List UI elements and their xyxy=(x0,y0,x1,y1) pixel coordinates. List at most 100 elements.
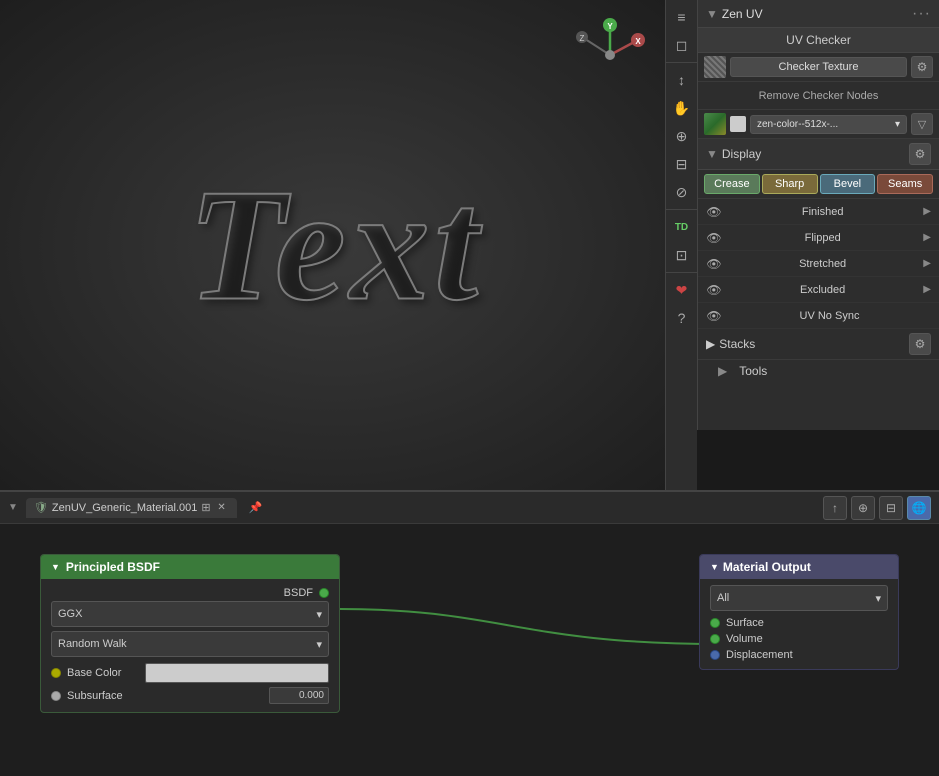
node-editor-tab[interactable]: 🛡 ZenUV_Generic_Material.001 ⊞ ✕ xyxy=(26,498,237,518)
material-output-node[interactable]: ▼ Material Output All ▾ Surface Volume xyxy=(699,554,899,670)
node-tab-close-button[interactable]: ✕ xyxy=(215,501,229,515)
base-color-row: Base Color xyxy=(51,661,329,685)
stacks-left: ▶ Stacks xyxy=(706,337,755,351)
stacks-gear-button[interactable]: ⚙ xyxy=(909,333,931,355)
uv-checker-section-header: UV Checker xyxy=(698,28,939,53)
tab-bevel[interactable]: Bevel xyxy=(820,174,876,194)
remove-checker-row: Remove Checker Nodes xyxy=(698,82,939,110)
toolbar-annotate-icon[interactable]: ⊡ xyxy=(669,242,695,268)
subsurface-socket[interactable] xyxy=(51,691,61,701)
stacks-row[interactable]: ▶ Stacks ⚙ xyxy=(698,329,939,360)
toolbar-cursor-icon[interactable]: ↕ xyxy=(669,67,695,93)
tab-seams[interactable]: Seams xyxy=(877,174,933,194)
display-item-label-stretched: Stretched xyxy=(728,258,917,270)
tab-crease[interactable]: Crease xyxy=(704,174,760,194)
eye-icon-finished[interactable]: 👁 xyxy=(706,204,722,220)
svg-text:Z: Z xyxy=(580,34,585,43)
material-output-header: ▼ Material Output xyxy=(700,555,898,579)
toolbar-scale-icon[interactable]: ⊟ xyxy=(669,151,695,177)
node-tab-copy-icon[interactable]: ⊞ xyxy=(201,501,210,514)
principled-bsdf-output-row: BSDF xyxy=(51,585,329,601)
viewport-right-toolbar: ≡ ◻ ↕ ✋ ⊕ ⊟ ⊘ TD ⊡ ❤ ? xyxy=(665,0,697,490)
svg-text:Y: Y xyxy=(607,22,613,31)
texture-swatch-secondary xyxy=(730,116,746,132)
ggx-dropdown[interactable]: GGX ▾ xyxy=(51,601,329,627)
toolbar-menu-icon[interactable]: ≡ xyxy=(669,4,695,30)
node-editor-expand-icon[interactable]: ▼ xyxy=(8,502,18,513)
eye-icon-stretched[interactable]: 👁 xyxy=(706,256,722,272)
display-item-label-uv-no-sync: UV No Sync xyxy=(728,310,931,322)
material-target-dropdown[interactable]: All ▾ xyxy=(710,585,888,611)
node-tab-label: ZenUV_Generic_Material.001 xyxy=(52,502,198,514)
texture-dropdown-chevron: ▾ xyxy=(895,119,900,130)
display-tabs-row: Crease Sharp Bevel Seams xyxy=(698,170,939,199)
display-item-uv-no-sync: 👁 UV No Sync xyxy=(698,303,939,329)
base-color-socket[interactable] xyxy=(51,668,61,678)
node-editor-header: ▼ 🛡 ZenUV_Generic_Material.001 ⊞ ✕ 📌 ↑ ⊕… xyxy=(0,492,939,524)
principled-collapse-icon: ▼ xyxy=(51,562,60,572)
random-walk-dropdown[interactable]: Random Walk ▾ xyxy=(51,631,329,657)
displacement-label: Displacement xyxy=(726,649,793,661)
node-link-icon[interactable]: ⊕ xyxy=(851,496,875,520)
toolbar-td-icon[interactable]: TD xyxy=(669,214,695,240)
display-item-label-finished: Finished xyxy=(728,206,917,218)
toolbar-rotate-icon[interactable]: ⊕ xyxy=(669,123,695,149)
tools-triangle-icon: ▶ xyxy=(718,364,727,378)
panel-collapse-icon[interactable]: ▼ xyxy=(706,7,718,21)
display-label: Display xyxy=(722,147,761,161)
arrow-icon-stretched: ▶ xyxy=(923,258,931,269)
random-walk-label: Random Walk xyxy=(58,638,127,650)
toolbar-select-icon[interactable]: ◻ xyxy=(669,32,695,58)
pin-icon[interactable]: 📌 xyxy=(249,501,263,514)
toolbar-help-icon[interactable]: ? xyxy=(669,305,695,331)
displacement-socket[interactable] xyxy=(710,650,720,660)
display-section-header[interactable]: ▼ Display ⚙ xyxy=(698,139,939,170)
volume-label: Volume xyxy=(726,633,763,645)
orientation-gizmo[interactable]: Y X Z xyxy=(570,15,650,95)
panel-options-icon[interactable]: ··· xyxy=(912,5,931,23)
base-color-swatch[interactable] xyxy=(145,663,329,683)
bsdf-output-socket[interactable] xyxy=(319,588,329,598)
display-item-label-flipped: Flipped xyxy=(728,232,917,244)
display-item-stretched: 👁 Stretched ▶ xyxy=(698,251,939,277)
node-globe-icon[interactable]: 🌐 xyxy=(907,496,931,520)
toolbar-separator-3 xyxy=(666,272,697,273)
toolbar-heart-icon[interactable]: ❤ xyxy=(669,277,695,303)
shield-icon: 🛡 xyxy=(34,501,48,514)
node-layout-icon[interactable]: ⊟ xyxy=(879,496,903,520)
eye-icon-flipped[interactable]: 👁 xyxy=(706,230,722,246)
subsurface-value-input[interactable] xyxy=(269,687,329,704)
texture-name-dropdown[interactable]: zen-color--512x-... ▾ xyxy=(750,115,907,134)
tab-sharp[interactable]: Sharp xyxy=(762,174,818,194)
random-walk-chevron-icon: ▾ xyxy=(316,638,322,651)
node-upload-icon[interactable]: ↑ xyxy=(823,496,847,520)
ggx-label: GGX xyxy=(58,608,82,620)
texture-filter-button[interactable]: ▽ xyxy=(911,113,933,135)
panel-header: ▼ Zen UV ··· xyxy=(698,0,939,28)
eye-icon-excluded[interactable]: 👁 xyxy=(706,282,722,298)
checker-texture-row: Checker Texture ⚙ xyxy=(698,53,939,82)
volume-socket[interactable] xyxy=(710,634,720,644)
principled-bsdf-node[interactable]: ▼ Principled BSDF BSDF GGX ▾ Random Walk… xyxy=(40,554,340,713)
texture-swatch-primary xyxy=(704,113,726,135)
material-collapse-icon: ▼ xyxy=(710,562,719,572)
checker-texture-gear-button[interactable]: ⚙ xyxy=(911,56,933,78)
viewport: Text Y X Z xyxy=(0,0,670,490)
checker-texture-button[interactable]: Checker Texture xyxy=(730,57,907,77)
material-target-chevron: ▾ xyxy=(875,592,881,605)
display-gear-button[interactable]: ⚙ xyxy=(909,143,931,165)
toolbar-separator-1 xyxy=(666,62,697,63)
toolbar-move-icon[interactable]: ✋ xyxy=(669,95,695,121)
display-collapse-icon: ▼ xyxy=(706,147,718,161)
subsurface-row: Subsurface xyxy=(51,685,329,706)
tools-row[interactable]: ▶ Tools xyxy=(698,360,939,382)
arrow-icon-flipped: ▶ xyxy=(923,232,931,243)
surface-socket[interactable] xyxy=(710,618,720,628)
remove-checker-button[interactable]: Remove Checker Nodes xyxy=(704,88,933,104)
subsurface-label: Subsurface xyxy=(67,690,263,702)
displacement-input-row: Displacement xyxy=(710,647,888,663)
material-output-title: Material Output xyxy=(723,560,811,574)
node-canvas[interactable]: ▼ Principled BSDF BSDF GGX ▾ Random Walk… xyxy=(0,524,939,776)
toolbar-transform-icon[interactable]: ⊘ xyxy=(669,179,695,205)
eye-icon-uv-no-sync[interactable]: 👁 xyxy=(706,308,722,324)
